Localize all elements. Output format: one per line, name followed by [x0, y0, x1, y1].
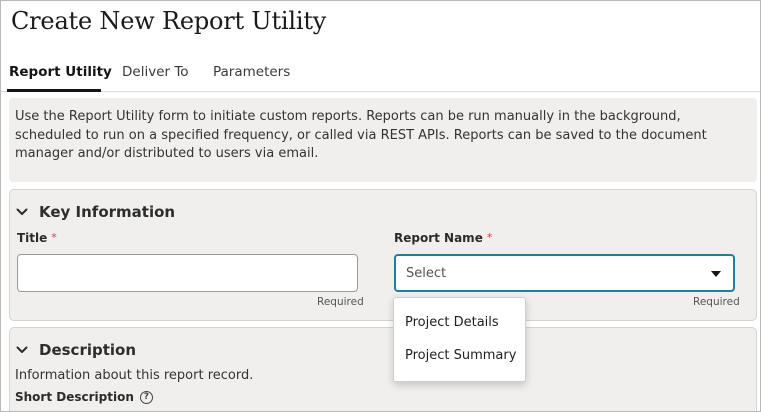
report-name-select-value: Select	[406, 266, 447, 281]
tab-report-utility[interactable]: Report Utility	[9, 64, 112, 80]
title-label-text: Title	[17, 231, 48, 245]
caret-down-icon[interactable]	[711, 271, 721, 277]
description-header[interactable]: Description	[16, 341, 136, 359]
active-tab-indicator	[7, 89, 101, 92]
report-name-label: Report Name *	[394, 231, 492, 245]
short-description-label: Short Description ?	[15, 390, 153, 404]
report-name-select[interactable]: Select	[394, 254, 735, 292]
report-name-label-text: Report Name	[394, 231, 483, 245]
report-name-required-hint: Required	[693, 296, 740, 308]
report-name-dropdown: Project Details Project Summary	[393, 297, 526, 382]
tab-parameters[interactable]: Parameters	[213, 64, 290, 80]
page-title: Create New Report Utility	[11, 7, 327, 35]
report-name-required-mark: *	[486, 231, 493, 244]
chevron-down-icon	[16, 208, 28, 215]
key-information-section: Key Information Title * Required Report N…	[9, 189, 757, 321]
description-text: Information about this report record.	[15, 368, 254, 383]
tab-bar: Report Utility Deliver To Parameters	[1, 56, 760, 92]
title-required-hint: Required	[317, 296, 364, 308]
chevron-down-icon	[16, 346, 28, 353]
title-label: Title *	[17, 231, 57, 245]
help-icon[interactable]: ?	[139, 390, 153, 404]
key-information-title: Key Information	[39, 203, 176, 221]
title-input[interactable]	[17, 254, 358, 292]
dropdown-option-project-details[interactable]: Project Details	[394, 306, 525, 339]
short-description-label-text: Short Description	[15, 390, 134, 404]
report-utility-window: Create New Report Utility Report Utility…	[0, 0, 761, 412]
title-required-mark: *	[51, 231, 57, 244]
tab-deliver-to[interactable]: Deliver To	[122, 64, 189, 80]
intro-message: Use the Report Utility form to initiate …	[9, 98, 757, 182]
description-title: Description	[39, 341, 137, 359]
dropdown-option-project-summary[interactable]: Project Summary	[394, 339, 525, 372]
key-information-header[interactable]: Key Information	[16, 203, 175, 221]
description-section: Description Information about this repor…	[9, 327, 757, 411]
